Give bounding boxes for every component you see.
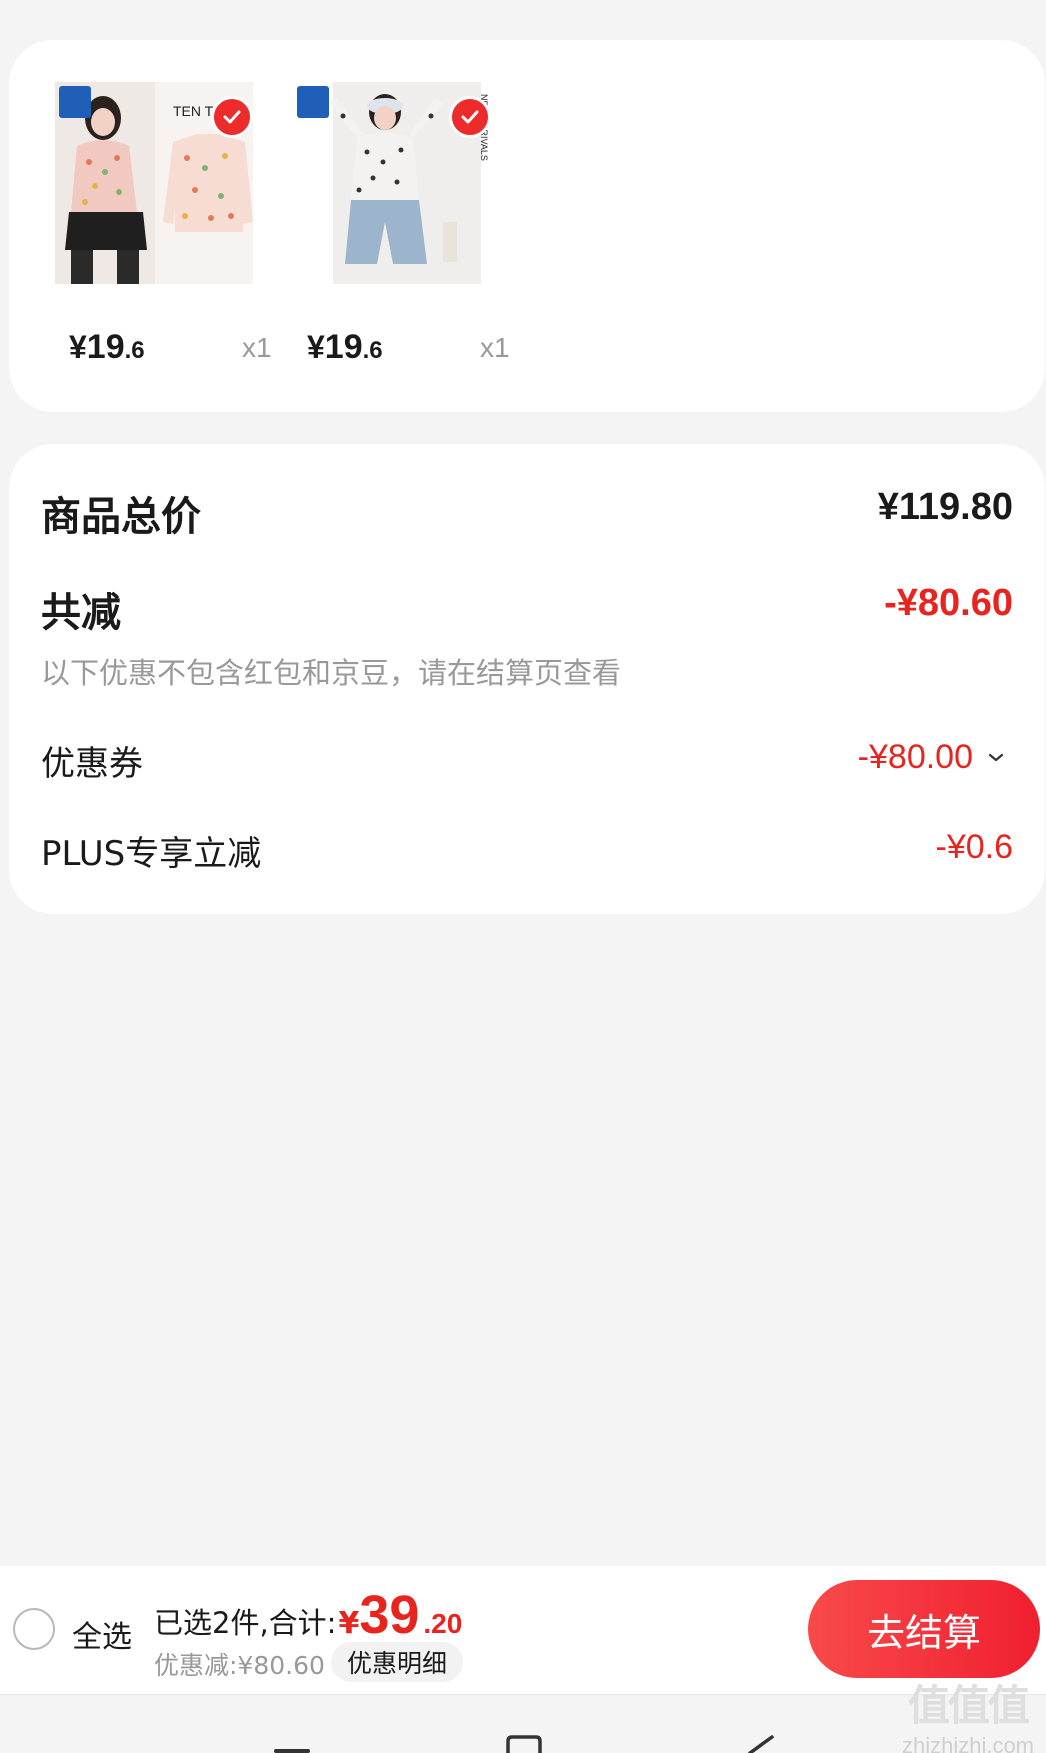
cart-settlement-page: TEN TY ¥19.6 x1 ¥19.6 x1 商品总价 ¥119.80 共减… bbox=[0, 0, 1046, 1753]
price-decimal: .6 bbox=[124, 337, 145, 364]
price-currency: ¥ bbox=[69, 329, 87, 365]
brand-logo-icon bbox=[59, 86, 91, 118]
price-summary-card: 商品总价 ¥119.80 共减 -¥80.60 以下优惠不包含红包和京豆，请在结… bbox=[9, 444, 1045, 914]
watermark-url: zhizhizhi.com bbox=[901, 1733, 1035, 1753]
price-decimal: .6 bbox=[362, 337, 383, 364]
discount-amount-text: 优惠减:¥80.60 bbox=[154, 1651, 325, 1680]
product-quantity: x1 bbox=[242, 332, 272, 363]
checkout-button[interactable]: 去结算 bbox=[808, 1580, 1040, 1678]
price-currency: ¥ bbox=[307, 329, 325, 365]
total-price-label: 商品总价 bbox=[41, 494, 201, 540]
selected-products-card: TEN TY ¥19.6 x1 ¥19.6 x1 bbox=[9, 40, 1045, 412]
total-decimal: .20 bbox=[423, 1608, 463, 1639]
chevron-down-icon[interactable] bbox=[985, 746, 1007, 768]
site-watermark: 值值值 zhizhizhi.com bbox=[893, 1672, 1043, 1753]
reduction-value: -¥80.60 bbox=[884, 582, 1013, 624]
discount-note: 以下优惠不包含红包和京豆，请在结算页查看 bbox=[41, 656, 622, 690]
discount-detail-button[interactable]: 优惠明细 bbox=[331, 1642, 464, 1682]
coupon-value[interactable]: -¥80.00 bbox=[858, 738, 973, 777]
plus-discount-label: PLUS专享立减 bbox=[41, 834, 262, 874]
total-currency: ¥ bbox=[338, 1606, 360, 1641]
coupon-label: 优惠券 bbox=[41, 744, 143, 784]
selected-count-text: 已选2件,合计: bbox=[154, 1606, 337, 1640]
selected-total: 已选2件,合计: ¥ 39 .20 bbox=[154, 1584, 462, 1646]
system-nav-bar bbox=[0, 1694, 1046, 1753]
select-all-label[interactable]: 全选 bbox=[72, 1612, 132, 1656]
reduction-label: 共减 bbox=[41, 590, 121, 636]
back-nav-icon[interactable] bbox=[742, 1735, 778, 1753]
menu-nav-icon[interactable] bbox=[272, 1735, 312, 1753]
total-price-value: ¥119.80 bbox=[877, 486, 1013, 528]
select-all-radio[interactable] bbox=[13, 1608, 55, 1650]
selected-check-icon[interactable] bbox=[211, 96, 253, 138]
product-price: ¥19.6 bbox=[69, 328, 145, 367]
product-price: ¥19.6 bbox=[307, 328, 383, 367]
selected-check-icon[interactable] bbox=[449, 96, 491, 138]
checkout-bar: 全选 已选2件,合计: ¥ 39 .20 优惠减:¥80.60 优惠明细 去结算 bbox=[0, 1566, 1046, 1694]
watermark-logo: 值值值 bbox=[907, 1682, 1030, 1729]
brand-logo-icon bbox=[297, 86, 329, 118]
price-integer: 19 bbox=[324, 328, 363, 366]
product-item[interactable]: NEW ARRIVALS ¥19.6 x1 bbox=[293, 40, 523, 412]
product-quantity: x1 bbox=[480, 332, 510, 363]
plus-discount-value: -¥0.6 bbox=[935, 828, 1014, 866]
price-integer: 19 bbox=[86, 328, 125, 366]
product-item[interactable]: TEN TY ¥19.6 x1 bbox=[55, 40, 285, 412]
home-nav-icon[interactable] bbox=[504, 1735, 544, 1753]
total-integer: 39 bbox=[359, 1585, 420, 1645]
